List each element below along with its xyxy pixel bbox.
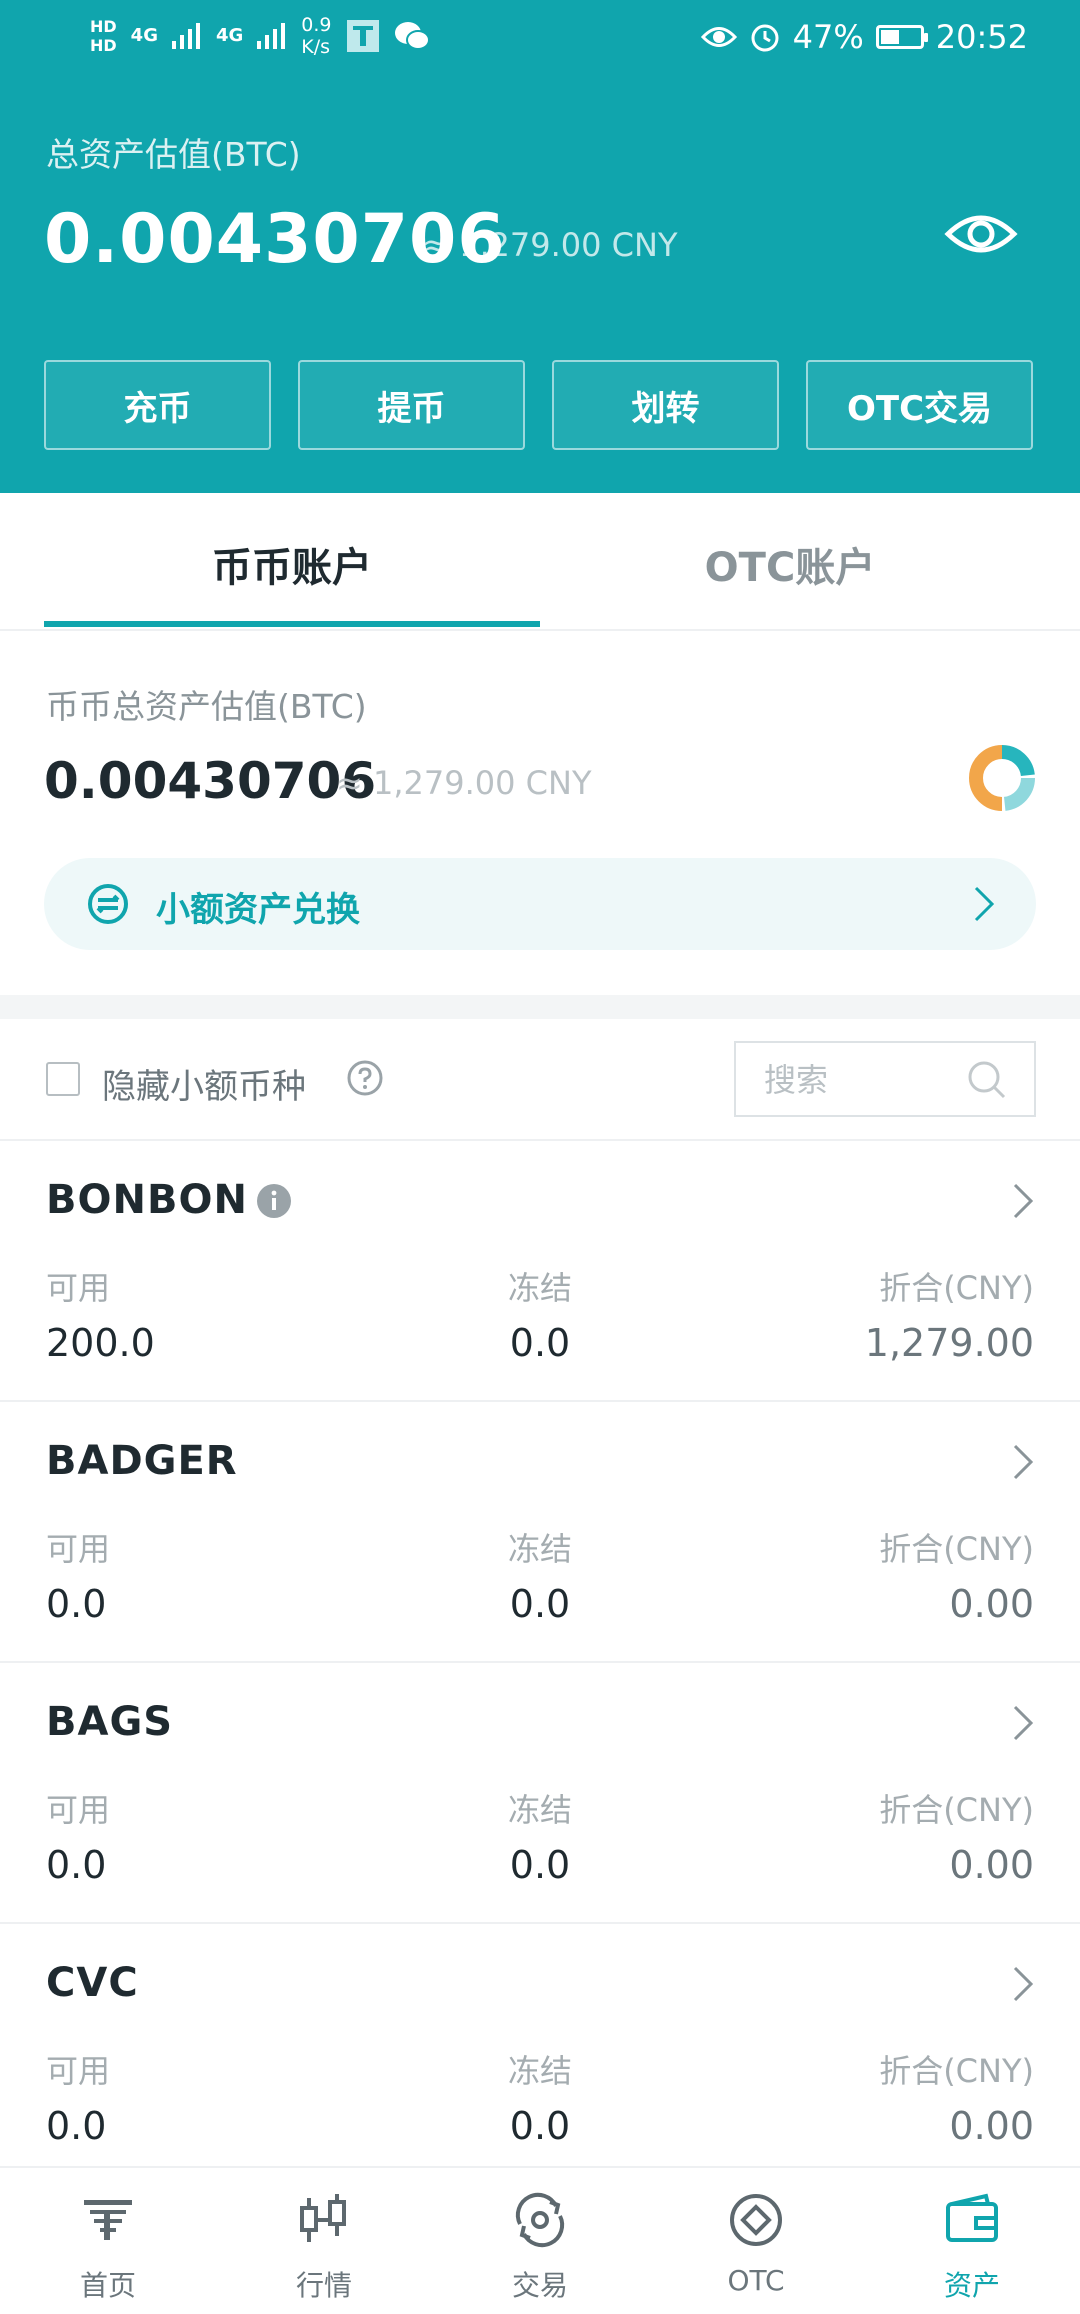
spot-assets-amount: 0.00430706 <box>44 752 377 810</box>
speed-unit: K/s <box>301 36 331 58</box>
spot-assets-cny: ≈ 1,279.00 CNY <box>336 764 592 802</box>
frozen-value: 0.0 <box>509 1582 571 1626</box>
active-tab-indicator <box>44 621 540 627</box>
status-right: 47% 20:52 <box>700 18 1028 56</box>
cny-label: 折合(CNY) <box>879 1530 1034 1568</box>
chevron-right-icon <box>974 886 995 922</box>
account-tabs: 币币账户 OTC账户 <box>0 493 1080 631</box>
network-type-2: 4G <box>215 25 244 46</box>
cny-value: 0.00 <box>949 2104 1034 2148</box>
nav-market-label: 行情 <box>295 2269 352 2302</box>
deposit-button[interactable]: 充币 <box>44 360 271 450</box>
battery-level <box>880 30 899 44</box>
otc-icon <box>730 2194 782 2246</box>
nav-otc-label: OTC <box>727 2264 785 2297</box>
total-assets-label: 总资产估值(BTC) <box>46 135 301 174</box>
status-bar: HD HD 4G 4G 0.9 K/s 47% 20:52 <box>0 0 1080 80</box>
trade-cycle-icon <box>515 2192 565 2248</box>
chevron-right-icon <box>1013 1966 1034 2002</box>
wallet-icon <box>946 2193 998 2242</box>
help-icon[interactable] <box>346 1059 384 1097</box>
action-buttons: 充币 提币 划转 OTC交易 <box>44 360 1036 450</box>
tab-spot-account[interactable]: 币币账户 <box>22 535 562 593</box>
search-box <box>734 1041 1036 1117</box>
battery-percent: 47% <box>792 18 864 56</box>
exchange-icon <box>88 884 128 924</box>
chevron-right-icon <box>1013 1705 1034 1741</box>
nav-market[interactable]: 行情 <box>216 2168 432 2314</box>
asset-name: CVC <box>46 1960 139 2006</box>
nav-trade-label: 交易 <box>511 2269 568 2302</box>
wechat-icon <box>394 22 430 50</box>
hd-label-1: HD <box>90 17 117 36</box>
nav-trade[interactable]: 交易 <box>432 2168 648 2314</box>
search-icon[interactable] <box>966 1059 1008 1101</box>
asset-name: BAGS <box>46 1699 174 1745</box>
exchange-banner-label: 小额资产兑换 <box>156 890 360 930</box>
network-type-1: 4G <box>130 25 158 46</box>
asset-name: BONBON <box>46 1177 248 1223</box>
nav-assets[interactable]: 资产 <box>864 2168 1080 2314</box>
home-icon <box>84 2200 132 2240</box>
frozen-value: 0.0 <box>509 2104 571 2148</box>
bottom-nav: 首页 行情 交易 OTC 资产 <box>0 2166 1080 2314</box>
asset-row[interactable]: BONBON 可用 冻结 折合(CNY) 200.0 0.0 1,279.00 <box>0 1141 1080 1402</box>
section-divider <box>0 995 1080 1019</box>
clock: 20:52 <box>935 18 1028 56</box>
app-notification-icon <box>346 20 379 52</box>
asset-row[interactable]: BADGER 可用 冻结 折合(CNY) 0.0 0.0 0.00 <box>0 1402 1080 1663</box>
hd-label-2: HD <box>90 36 117 55</box>
frozen-value: 0.0 <box>509 1843 571 1887</box>
battery-icon <box>875 25 928 49</box>
hide-small-checkbox[interactable] <box>46 1062 80 1096</box>
status-left: HD HD 4G 4G 0.9 K/s <box>90 14 430 58</box>
cny-label: 折合(CNY) <box>879 2052 1034 2090</box>
hide-small-label[interactable]: 隐藏小额币种 <box>102 1059 306 1108</box>
signal-icon <box>171 23 200 49</box>
asset-distribution-donut-icon[interactable] <box>966 742 1038 814</box>
candlestick-icon <box>300 2194 346 2242</box>
chevron-right-icon <box>1013 1183 1034 1219</box>
asset-row[interactable]: CVC 可用 冻结 折合(CNY) 0.0 0.0 0.00 <box>0 1924 1080 2185</box>
total-assets-cny: ≈ 1,279.00 CNY <box>422 226 678 264</box>
cny-value: 0.00 <box>949 1843 1034 1887</box>
asset-list: BONBON 可用 冻结 折合(CNY) 200.0 0.0 1,279.00 … <box>0 1141 1080 2185</box>
hd-indicator: HD HD <box>90 17 117 55</box>
withdraw-button[interactable]: 提币 <box>298 360 525 450</box>
small-asset-exchange-banner[interactable]: 小额资产兑换 <box>44 858 1036 950</box>
asset-row[interactable]: BAGS 可用 冻结 折合(CNY) 0.0 0.0 0.00 <box>0 1663 1080 1924</box>
info-icon[interactable] <box>256 1183 292 1219</box>
nav-home-label: 首页 <box>79 2269 136 2302</box>
otc-trade-button[interactable]: OTC交易 <box>806 360 1033 450</box>
asset-name: BADGER <box>46 1438 238 1484</box>
alarm-icon <box>751 24 779 52</box>
asset-header: HD HD 4G 4G 0.9 K/s 47% 20:52 总资产估值(BTC)… <box>0 0 1080 493</box>
eye-icon[interactable] <box>944 210 1018 258</box>
nav-otc[interactable]: OTC <box>648 2168 864 2314</box>
cny-label: 折合(CNY) <box>879 1791 1034 1829</box>
signal-icon <box>257 23 286 49</box>
tab-otc-account[interactable]: OTC账户 <box>520 535 1060 593</box>
eye-comfort-icon <box>700 27 737 47</box>
spot-assets-label: 币币总资产估值(BTC) <box>46 687 367 726</box>
chevron-right-icon <box>1013 1444 1034 1480</box>
transfer-button[interactable]: 划转 <box>552 360 779 450</box>
nav-home[interactable]: 首页 <box>0 2168 216 2314</box>
filter-row: 隐藏小额币种 <box>0 1019 1080 1141</box>
nav-assets-label: 资产 <box>943 2269 1000 2302</box>
network-speed: 0.9 K/s <box>301 14 331 58</box>
cny-value: 1,279.00 <box>864 1321 1034 1365</box>
search-input[interactable] <box>762 1057 956 1103</box>
cny-value: 0.00 <box>949 1582 1034 1626</box>
speed-value: 0.9 <box>301 14 332 36</box>
cny-label: 折合(CNY) <box>879 1269 1034 1307</box>
